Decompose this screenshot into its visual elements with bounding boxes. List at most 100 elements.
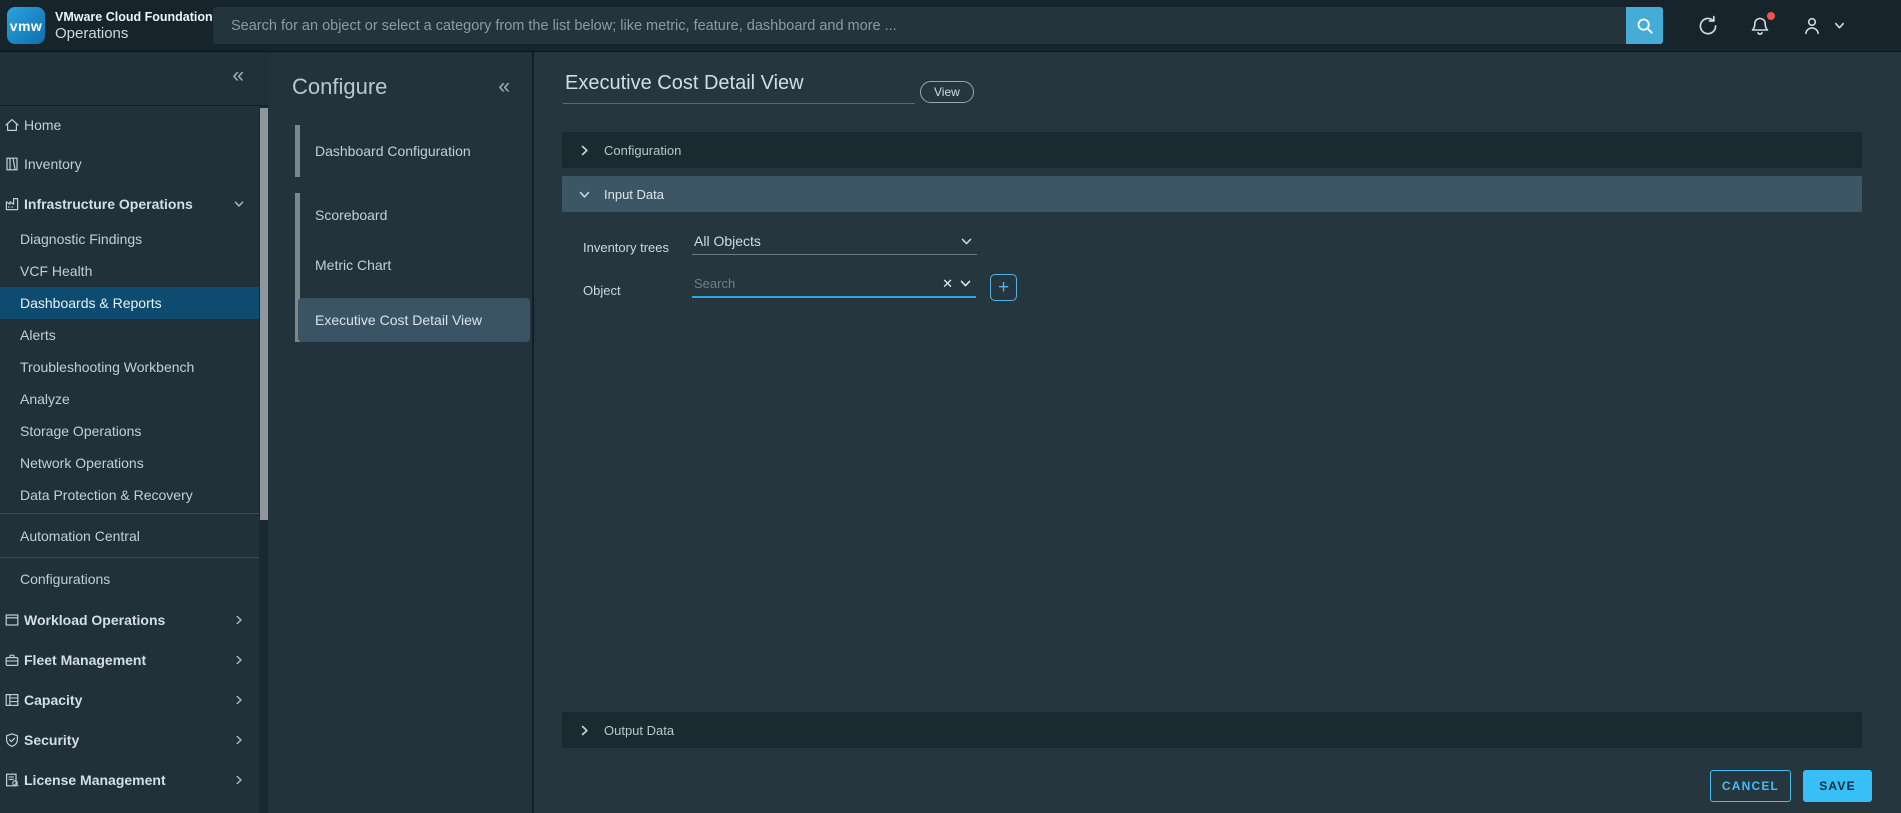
chevron-down-icon — [233, 198, 245, 210]
sidebar-item-label: Network Operations — [20, 455, 144, 471]
sidebar-item-label: Workload Operations — [24, 612, 166, 628]
sidebar-item-label: Troubleshooting Workbench — [20, 359, 195, 375]
sidebar-item-automation-central[interactable]: Automation Central — [0, 514, 259, 557]
sidebar-item-infrastructure-operations[interactable]: Infrastructure Operations — [0, 184, 259, 223]
security-shield-icon — [4, 732, 21, 748]
sidebar-item-label: Configurations — [20, 571, 111, 587]
sidebar-item-alerts[interactable]: Alerts — [0, 319, 259, 351]
sidebar-item-storage-operations[interactable]: Storage Operations — [0, 415, 259, 447]
sidebar-collapse-icon[interactable]: « — [226, 63, 250, 89]
app-header: vmw VMware Cloud Foundation Operations — [0, 0, 1901, 52]
sidebar-item-label: VCF Health — [20, 263, 93, 279]
configure-panel-title: Configure — [292, 74, 388, 99]
sidebar-item-troubleshooting-workbench[interactable]: Troubleshooting Workbench — [0, 351, 259, 383]
sidebar-item-vcf-health[interactable]: VCF Health — [0, 255, 259, 287]
chevron-down-icon — [578, 188, 591, 201]
main-sidebar: « Home Inventory Infrastructure Operatio… — [0, 52, 268, 813]
chevron-right-icon — [233, 654, 245, 666]
accordion-configuration[interactable]: Configuration — [562, 132, 1862, 168]
chevron-down-icon — [960, 235, 973, 248]
chevron-right-icon — [233, 694, 245, 706]
home-icon — [4, 117, 21, 133]
brand-text: VMware Cloud Foundation Operations — [55, 10, 213, 42]
configure-item-label: Scoreboard — [315, 206, 388, 223]
sidebar-item-configurations[interactable]: Configurations — [0, 558, 259, 600]
user-menu-chevron-down-icon — [1833, 19, 1846, 32]
sidebar-item-label: Alerts — [20, 327, 56, 343]
sidebar-item-label: Data Protection & Recovery — [20, 487, 193, 503]
view-title-input[interactable] — [563, 70, 915, 104]
configure-group: Dashboard Configuration — [295, 125, 530, 177]
global-search-bar — [213, 7, 1663, 44]
clear-icon[interactable]: ✕ — [936, 277, 959, 290]
sidebar-item-label: Diagnostic Findings — [20, 231, 143, 247]
user-menu[interactable] — [1800, 14, 1846, 38]
sidebar-item-label: Dashboards & Reports — [20, 295, 162, 311]
sidebar-item-home[interactable]: Home — [0, 106, 259, 144]
brand-subtitle: Operations — [55, 24, 129, 42]
chevron-right-icon — [233, 734, 245, 746]
configure-item-executive-cost-detail-view[interactable]: Executive Cost Detail View — [298, 298, 530, 342]
configure-item-label: Executive Cost Detail View — [315, 312, 483, 328]
sidebar-item-workload-operations[interactable]: Workload Operations — [0, 600, 259, 640]
configure-item-label: Dashboard Configuration — [315, 143, 471, 159]
sidebar-item-data-protection-recovery[interactable]: Data Protection & Recovery — [0, 479, 259, 511]
object-label: Object — [583, 283, 621, 298]
brand: vmw VMware Cloud Foundation Operations — [0, 7, 213, 44]
sidebar-item-label: Security — [24, 732, 80, 748]
search-icon — [1634, 15, 1656, 37]
sidebar-item-inventory[interactable]: Inventory — [0, 144, 259, 184]
infrastructure-operations-icon — [4, 196, 21, 212]
chevron-right-icon — [233, 614, 245, 626]
sidebar-item-capacity[interactable]: Capacity — [0, 680, 259, 720]
notifications-bell-icon[interactable] — [1748, 11, 1775, 38]
cancel-button[interactable]: CANCEL — [1710, 770, 1791, 802]
vmware-logo: vmw — [7, 7, 45, 44]
save-button[interactable]: SAVE — [1803, 770, 1872, 802]
sidebar-item-label: Capacity — [24, 692, 83, 708]
sidebar-scrollbar-thumb[interactable] — [260, 108, 268, 520]
sidebar-item-security[interactable]: Security — [0, 720, 259, 760]
configure-panel: Configure « Dashboard Configuration Scor… — [268, 52, 534, 813]
object-search-input[interactable] — [692, 271, 937, 296]
chevron-down-icon[interactable] — [959, 277, 972, 290]
sidebar-item-license-management[interactable]: License Management — [0, 760, 259, 800]
inventory-trees-label: Inventory trees — [583, 240, 669, 255]
license-management-icon — [4, 772, 21, 788]
sidebar-item-label: Storage Operations — [20, 423, 142, 439]
refresh-icon[interactable] — [1696, 14, 1720, 38]
sidebar-item-label: License Management — [24, 772, 166, 788]
sidebar-item-diagnostic-findings[interactable]: Diagnostic Findings — [0, 223, 259, 255]
header-icons — [1696, 11, 1846, 38]
accordion-label: Output Data — [604, 722, 675, 738]
add-object-button[interactable]: + — [990, 274, 1017, 301]
sidebar-item-analyze[interactable]: Analyze — [0, 383, 259, 415]
brand-title: VMware Cloud Foundation — [55, 9, 213, 24]
sidebar-item-label: Fleet Management — [24, 652, 147, 668]
configure-panel-collapse-icon[interactable]: « — [492, 74, 516, 100]
accordion-label: Configuration — [604, 142, 682, 158]
configure-item-scoreboard[interactable]: Scoreboard — [300, 193, 530, 236]
inventory-trees-select[interactable]: All Objects — [692, 228, 977, 255]
configure-item-label: Metric Chart — [315, 257, 392, 273]
notification-badge-dot — [1767, 11, 1775, 20]
sidebar-collapse-row: « — [0, 52, 268, 106]
accordion-input-data[interactable]: Input Data — [562, 176, 1862, 212]
sidebar-item-fleet-management[interactable]: Fleet Management — [0, 640, 259, 680]
accordion-output-data[interactable]: Output Data — [562, 712, 1862, 748]
capacity-icon — [4, 692, 21, 708]
sidebar-item-label: Infrastructure Operations — [24, 195, 193, 212]
search-button[interactable] — [1626, 7, 1663, 44]
chevron-right-icon — [578, 144, 591, 157]
configure-item-metric-chart[interactable]: Metric Chart — [300, 236, 530, 294]
sidebar-item-network-operations[interactable]: Network Operations — [0, 447, 259, 479]
object-combobox: ✕ — [692, 271, 976, 298]
global-search-input[interactable] — [213, 7, 1626, 44]
configure-group: Scoreboard Metric Chart Executive Cost D… — [295, 193, 530, 342]
sidebar-item-label: Inventory — [24, 156, 82, 172]
sidebar-item-label: Analyze — [20, 391, 70, 407]
user-icon — [1800, 14, 1824, 38]
view-type-badge[interactable]: View — [920, 81, 974, 103]
configure-item-dashboard-configuration[interactable]: Dashboard Configuration — [300, 125, 530, 177]
sidebar-item-dashboards-reports[interactable]: Dashboards & Reports — [0, 287, 259, 319]
